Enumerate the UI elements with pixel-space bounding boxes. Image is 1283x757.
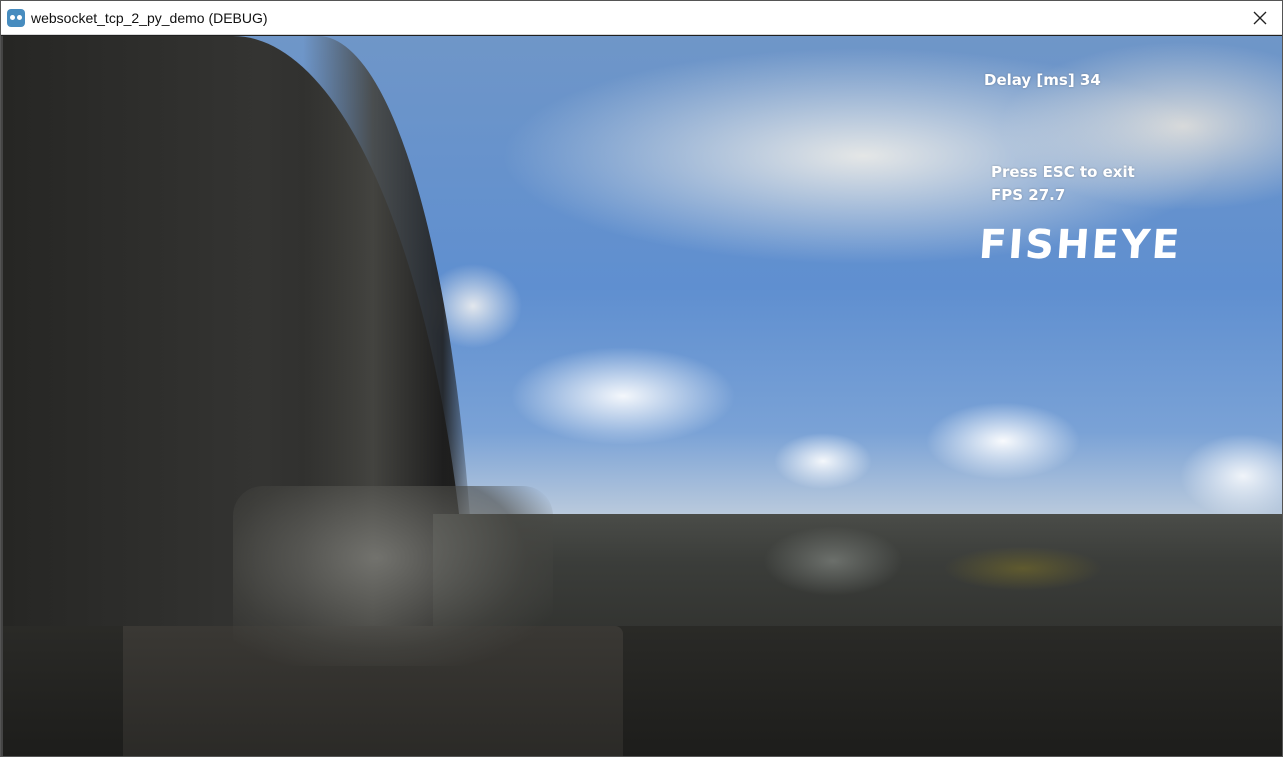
title-bar[interactable]: websocket_tcp_2_py_demo (DEBUG) xyxy=(1,1,1282,35)
close-icon xyxy=(1253,11,1267,24)
window-title: websocket_tcp_2_py_demo (DEBUG) xyxy=(31,9,268,26)
fisheye-mode-label: FISHEYE xyxy=(977,222,1183,268)
plastic-container-image xyxy=(233,486,553,666)
app-window: websocket_tcp_2_py_demo (DEBUG) Delay [m… xyxy=(0,0,1283,757)
cup-image xyxy=(763,526,903,596)
close-button[interactable] xyxy=(1238,1,1282,34)
godot-icon xyxy=(7,8,25,27)
exit-hint: Press ESC to exit xyxy=(991,163,1135,181)
yellow-object-image xyxy=(943,546,1103,591)
camera-viewport[interactable]: Delay [ms] 34 Press ESC to exit FPS 27.7… xyxy=(3,36,1282,756)
delay-readout: Delay [ms] 34 xyxy=(984,71,1101,89)
fps-readout: FPS 27.7 xyxy=(991,186,1066,204)
